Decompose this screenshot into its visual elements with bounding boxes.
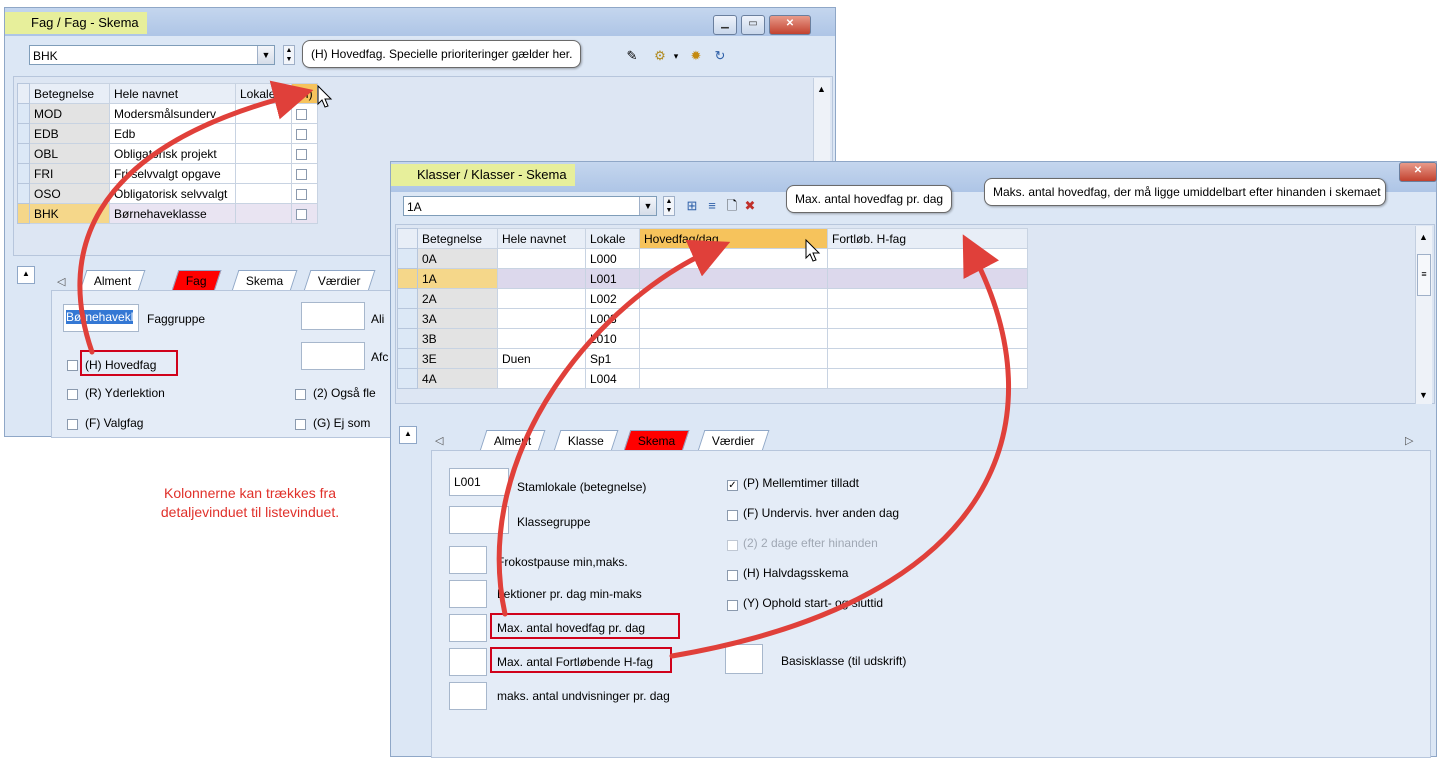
annotation-arrows bbox=[77, 80, 1012, 659]
mouse-cursor-icon bbox=[805, 238, 821, 262]
mouse-cursor-icon bbox=[317, 84, 333, 108]
arrow-hovedfag-to-column bbox=[77, 80, 314, 355]
arrow-max-fortlob-to-column bbox=[669, 234, 1012, 659]
arrow-max-hovedfag-to-column bbox=[496, 239, 731, 617]
